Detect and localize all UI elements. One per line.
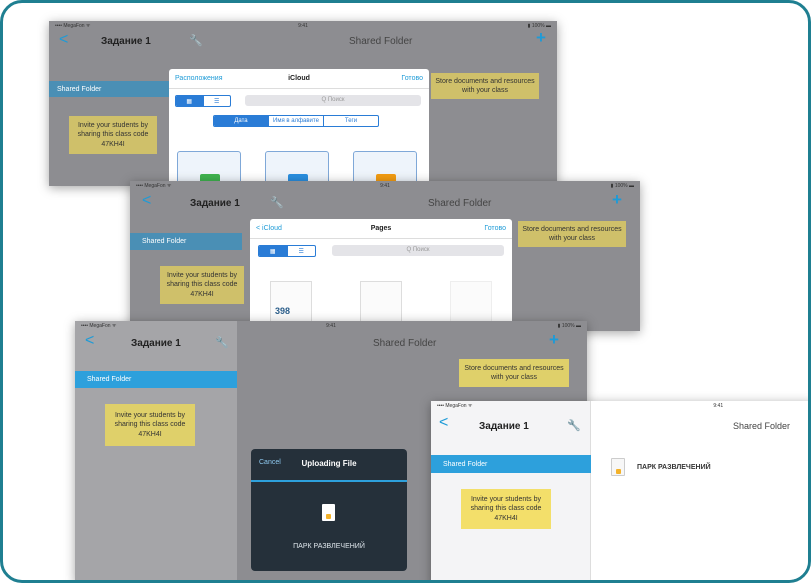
time-label: 9:41 (713, 403, 724, 409)
dialog-title: Uploading File (301, 459, 357, 468)
screenshot-4: •••• MegaFon ᯤ 9:41 < Задание 1 🔧 Shared… (431, 401, 808, 580)
wrench-icon[interactable]: 🔧 (567, 419, 581, 432)
carrier-label: •••• MegaFon ᯤ (437, 403, 473, 409)
back-button[interactable]: < (142, 192, 151, 210)
class-code-note: Invite your students by sharing this cla… (461, 489, 551, 529)
add-button[interactable]: + (549, 330, 559, 350)
tab-name[interactable]: Имя в алфавите (269, 116, 324, 126)
view-toggle[interactable]: ▦ ☰ (258, 245, 316, 257)
carrier-label: •••• MegaFon ᯤ (55, 23, 91, 29)
grid-view-icon[interactable]: ▦ (176, 96, 204, 106)
tab-date[interactable]: Дата (214, 116, 269, 126)
wrench-icon[interactable]: 🔧 (215, 336, 229, 349)
list-view-icon[interactable]: ☰ (204, 96, 231, 106)
uploading-file-name: ПАРК РАЗВЛЕЧЕНИЙ (293, 543, 365, 550)
back-button[interactable]: < (85, 332, 94, 350)
pages-popover: < iCloud Pages Готово ▦ ☰ Q Поиск 398 (250, 219, 512, 331)
done-button[interactable]: Готово (484, 225, 506, 232)
carrier-label: •••• MegaFon ᯤ (81, 323, 117, 329)
status-bar: •••• MegaFon ᯤ 9:41 (431, 401, 808, 411)
uploading-file-dialog: Cancel Uploading File ПАРК РАЗВЛЕЧЕНИЙ (251, 449, 407, 571)
page-title: Задание 1 (190, 198, 240, 209)
page-title: Задание 1 (479, 421, 529, 432)
popover-header: < iCloud Pages Готово (250, 219, 512, 239)
store-documents-note: Store documents and resources with your … (431, 73, 539, 99)
sidebar-item-shared-folder[interactable]: Shared Folder (49, 81, 174, 97)
sidebar-item-shared-folder[interactable]: Shared Folder (75, 371, 237, 388)
thumbnail-label: 398 (275, 306, 291, 316)
time-label: 9:41 (326, 323, 336, 329)
popover-title: Pages (370, 225, 392, 232)
status-bar: •••• MegaFon ᯤ 9:41 ▮ 100% ▬ (75, 321, 587, 331)
folder-title: Shared Folder (373, 338, 437, 349)
done-button[interactable]: Готово (401, 75, 423, 82)
time-label: 9:41 (298, 23, 308, 29)
search-input[interactable]: Q Поиск (332, 245, 504, 256)
sidebar-item-label: Shared Folder (87, 376, 132, 383)
search-input[interactable]: Q Поиск (245, 95, 421, 106)
add-button[interactable]: + (612, 190, 622, 210)
document-icon (611, 458, 625, 476)
folder-title: Shared Folder (428, 198, 492, 209)
time-label: 9:41 (380, 183, 390, 189)
screenshot-1: •••• MegaFon ᯤ 9:41 ▮ 100% ▬ < Задание 1… (49, 21, 557, 186)
tab-tags[interactable]: Теги (324, 116, 378, 126)
screenshot-2: •••• MegaFon ᯤ 9:41 ▮ 100% ▬ < Задание 1… (130, 181, 640, 331)
back-button[interactable]: < (439, 414, 448, 432)
sort-tabs[interactable]: Дата Имя в алфавите Теги (213, 115, 379, 127)
wrench-icon[interactable]: 🔧 (189, 34, 203, 47)
status-bar: •••• MegaFon ᯤ 9:41 ▮ 100% ▬ (130, 181, 640, 191)
sidebar-item-label: Shared Folder (57, 85, 102, 93)
slide-frame: •••• MegaFon ᯤ 9:41 ▮ 100% ▬ < Задание 1… (0, 0, 811, 583)
view-toggle[interactable]: ▦ ☰ (175, 95, 231, 107)
sidebar-item-label: Shared Folder (142, 238, 187, 245)
sidebar (75, 321, 237, 580)
back-button[interactable]: < (59, 31, 68, 49)
class-code-note: Invite your students by sharing this cla… (105, 404, 195, 446)
page-title: Задание 1 (101, 36, 151, 47)
class-code-note: Invite your students by sharing this cla… (69, 116, 157, 154)
wrench-icon[interactable]: 🔧 (270, 196, 284, 209)
class-code-note: Invite your students by sharing this cla… (160, 266, 244, 304)
progress-bar (251, 480, 407, 482)
document-icon (322, 504, 335, 521)
sidebar-item-shared-folder[interactable]: Shared Folder (431, 455, 591, 473)
folder-title: Shared Folder (733, 421, 791, 431)
status-bar: •••• MegaFon ᯤ 9:41 ▮ 100% ▬ (49, 21, 557, 31)
popover-title: iCloud (288, 75, 310, 82)
icloud-popover: Расположения iCloud Готово ▦ ☰ Q Поиск Д… (169, 69, 429, 186)
sidebar-item-label: Shared Folder (443, 460, 488, 468)
store-documents-note: Store documents and resources with your … (518, 221, 626, 247)
carrier-label: •••• MegaFon ᯤ (136, 183, 172, 189)
page-title: Задание 1 (131, 338, 181, 349)
add-button[interactable]: + (536, 28, 546, 48)
battery-icon: ▮ 100% ▬ (610, 183, 634, 189)
icloud-back-button[interactable]: < iCloud (256, 225, 282, 232)
sidebar-item-shared-folder[interactable]: Shared Folder (130, 233, 242, 250)
grid-view-icon[interactable]: ▦ (259, 246, 288, 256)
battery-icon: ▮ 100% ▬ (557, 323, 581, 329)
popover-header: Расположения iCloud Готово (169, 69, 429, 89)
file-name[interactable]: ПАРК РАЗВЛЕЧЕНИЙ (637, 464, 711, 471)
list-view-icon[interactable]: ☰ (288, 246, 316, 256)
store-documents-note: Store documents and resources with your … (459, 359, 569, 387)
locations-button[interactable]: Расположения (175, 75, 222, 82)
folder-title: Shared Folder (349, 36, 413, 47)
